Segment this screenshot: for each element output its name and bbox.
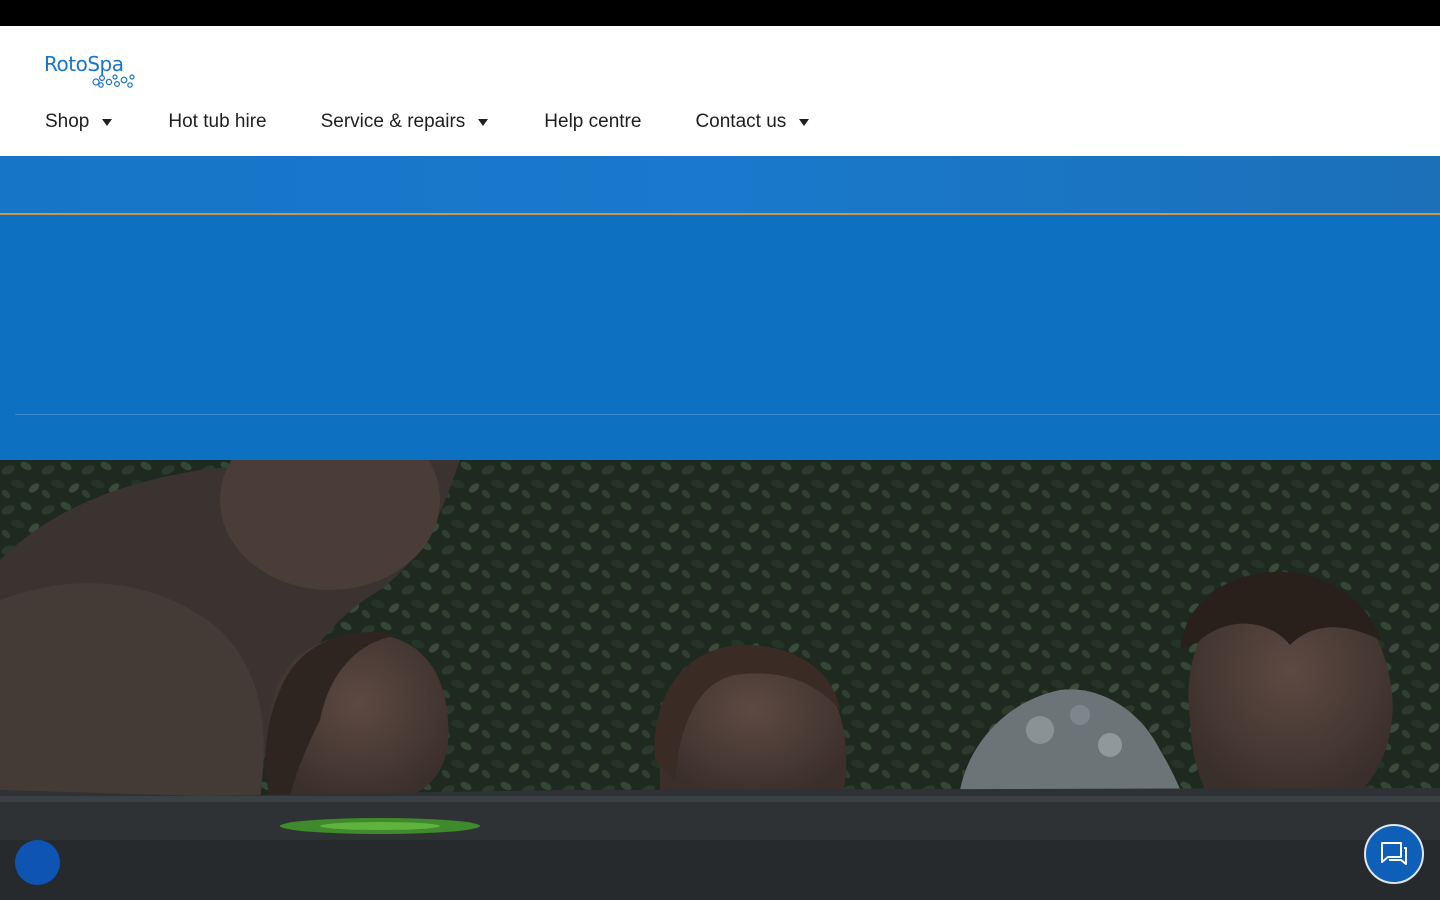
nav-item-help-centre[interactable]: Help centre: [544, 111, 641, 133]
nav-label: Service & repairs: [320, 111, 466, 132]
nav-label: Hot tub hire: [168, 111, 267, 132]
nav-label: Contact us: [695, 111, 787, 132]
cookie-settings-button[interactable]: [15, 840, 60, 885]
panel-divider: [15, 414, 1440, 415]
nav-item-shop[interactable]: Shop: [45, 111, 113, 133]
blue-content-panel: [0, 215, 1440, 460]
nav-label: Shop: [45, 111, 90, 132]
site-logo[interactable]: RotoSpa: [44, 50, 154, 92]
nav-item-contact-us[interactable]: Contact us: [695, 111, 810, 133]
chat-bubble-icon: [1381, 842, 1407, 865]
nav-item-service-repairs[interactable]: Service & repairs: [321, 111, 489, 133]
caret-down-icon: [478, 119, 489, 126]
top-black-bar: [0, 0, 1440, 26]
hero-photo: [0, 460, 1440, 900]
promo-strip: [0, 156, 1440, 214]
chat-button[interactable]: [1364, 824, 1424, 884]
hero-image: [0, 460, 1440, 900]
main-nav: Shop Hot tub hire Service & repairs Help…: [45, 106, 810, 138]
nav-label: Help centre: [544, 111, 642, 132]
site-header: RotoSpa Shop Hot tub hire Service & repa…: [0, 26, 1440, 156]
logo-bubbles-icon: [92, 74, 135, 88]
caret-down-icon: [799, 119, 810, 126]
nav-item-hot-tub-hire[interactable]: Hot tub hire: [168, 111, 266, 133]
caret-down-icon: [102, 119, 113, 126]
